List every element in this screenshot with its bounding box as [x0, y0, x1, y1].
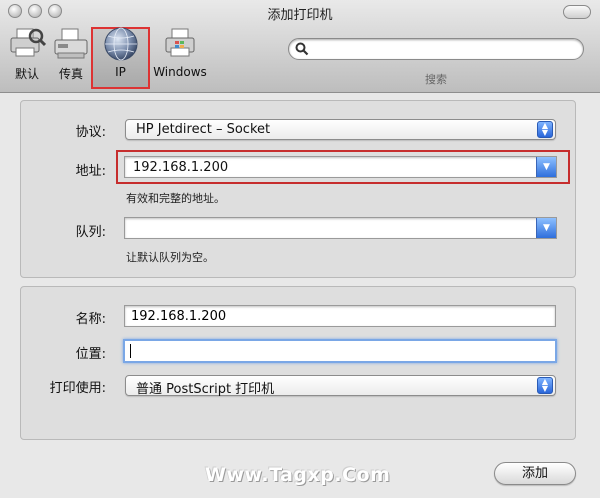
search-icon — [295, 42, 309, 56]
queue-hint: 让默认队列为空。 — [126, 251, 214, 264]
windows-printer-icon — [165, 28, 195, 57]
toolbar-windows-button[interactable]: Windows — [150, 26, 210, 79]
toolbar-toggle-button[interactable] — [563, 5, 591, 19]
chevron-down-icon[interactable]: ▼ — [536, 157, 556, 177]
search-label: 搜索 — [425, 73, 447, 86]
toolbar-ip-label: IP — [115, 65, 126, 79]
add-printer-window: 添加打印机 默认 传真 IP Windows 搜索 协议: HP Jetdire… — [0, 0, 600, 498]
toolbar-fax-label: 传真 — [58, 67, 83, 81]
name-label: 名称: — [75, 312, 106, 327]
toolbar-default-label: 默认 — [14, 67, 39, 81]
toolbar-default-button[interactable]: 默认 — [6, 26, 48, 82]
watermark-text: Www.Tagxp.Com — [205, 464, 391, 486]
toolbar-fax-button[interactable]: 传真 — [50, 26, 92, 82]
popup-stepper-icon: ▲ ▼ — [537, 121, 553, 138]
search-input[interactable] — [313, 41, 577, 59]
add-button[interactable]: 添加 — [494, 462, 576, 485]
address-hint: 有效和完整的地址。 — [126, 192, 225, 205]
name-field[interactable] — [124, 305, 556, 327]
protocol-label: 协议: — [75, 125, 106, 140]
protocol-popup[interactable]: HP Jetdirect – Socket ▲ ▼ — [125, 119, 556, 140]
address-value[interactable]: 192.168.1.200 — [133, 160, 228, 175]
default-printer-icon — [10, 28, 46, 57]
location-field[interactable] — [123, 339, 557, 363]
window-toolbar: 添加打印机 默认 传真 IP Windows 搜索 — [0, 0, 600, 93]
print-using-value: 普通 PostScript 打印机 — [136, 382, 275, 397]
popup-stepper-icon: ▲ ▼ — [537, 377, 553, 394]
chevron-down-icon[interactable]: ▼ — [536, 218, 556, 238]
print-using-label: 打印使用: — [49, 381, 106, 396]
location-label: 位置: — [75, 347, 106, 362]
search-field[interactable] — [288, 38, 584, 60]
queue-combo[interactable]: ▼ — [124, 217, 557, 239]
ip-globe-icon — [104, 27, 137, 61]
toolbar-windows-label: Windows — [153, 65, 207, 79]
address-label: 地址: — [75, 164, 106, 179]
print-using-popup[interactable]: 普通 PostScript 打印机 ▲ ▼ — [125, 375, 556, 397]
window-title: 添加打印机 — [267, 8, 333, 23]
address-combo[interactable]: 192.168.1.200 ▼ — [124, 156, 557, 178]
protocol-value: HP Jetdirect – Socket — [136, 122, 271, 137]
toolbar-ip-button[interactable]: IP — [92, 26, 149, 79]
text-caret — [130, 344, 131, 358]
fax-icon — [54, 28, 88, 59]
queue-label: 队列: — [75, 225, 106, 240]
